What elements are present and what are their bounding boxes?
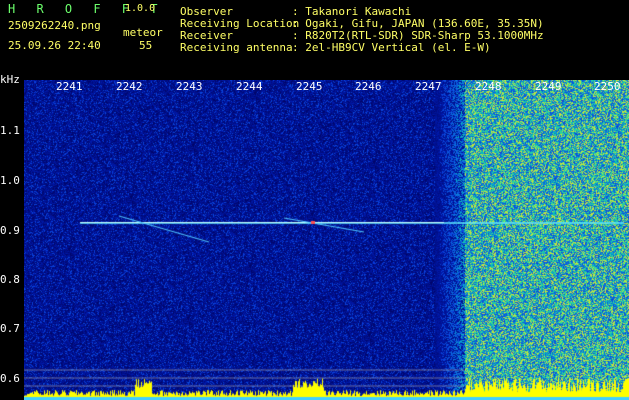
x-tick-label: 2249 (535, 80, 562, 93)
x-tick-label: 2250 (594, 80, 621, 93)
hroft-window: H R O F F T 1.0.0 2509262240.png 25.09.2… (0, 0, 629, 400)
antenna-value: : 2el-HB9CV Vertical (el. E-W) (292, 41, 491, 54)
y-tick-label: 0.7 (0, 322, 20, 335)
y-tick-label: 0.8 (0, 273, 20, 286)
filename-label: 2509262240.png (8, 19, 101, 32)
spectrogram-plot (24, 80, 629, 400)
x-tick-label: 2245 (296, 80, 323, 93)
y-tick-label: 0.6 (0, 372, 20, 385)
spectrogram-canvas (24, 80, 629, 400)
datetime-label: 25.09.26 22:40 (8, 39, 101, 52)
y-tick-label: 1.0 (0, 174, 20, 187)
antenna-key: Receiving antenna (180, 41, 293, 54)
x-tick-label: 2247 (415, 80, 442, 93)
meteor-count: 55 (139, 39, 153, 52)
x-tick-label: 2241 (56, 80, 83, 93)
x-tick-label: 2246 (355, 80, 382, 93)
x-tick-label: 2248 (475, 80, 502, 93)
x-tick-label: 2243 (176, 80, 203, 93)
y-tick-label: 0.9 (0, 224, 20, 237)
meteor-label: meteor (123, 26, 163, 39)
x-tick-label: 2244 (236, 80, 263, 93)
y-tick-label: 1.1 (0, 124, 20, 137)
y-unit-label: kHz (0, 73, 20, 86)
version-label: 1.0.0 (125, 3, 156, 14)
x-tick-label: 2242 (116, 80, 143, 93)
